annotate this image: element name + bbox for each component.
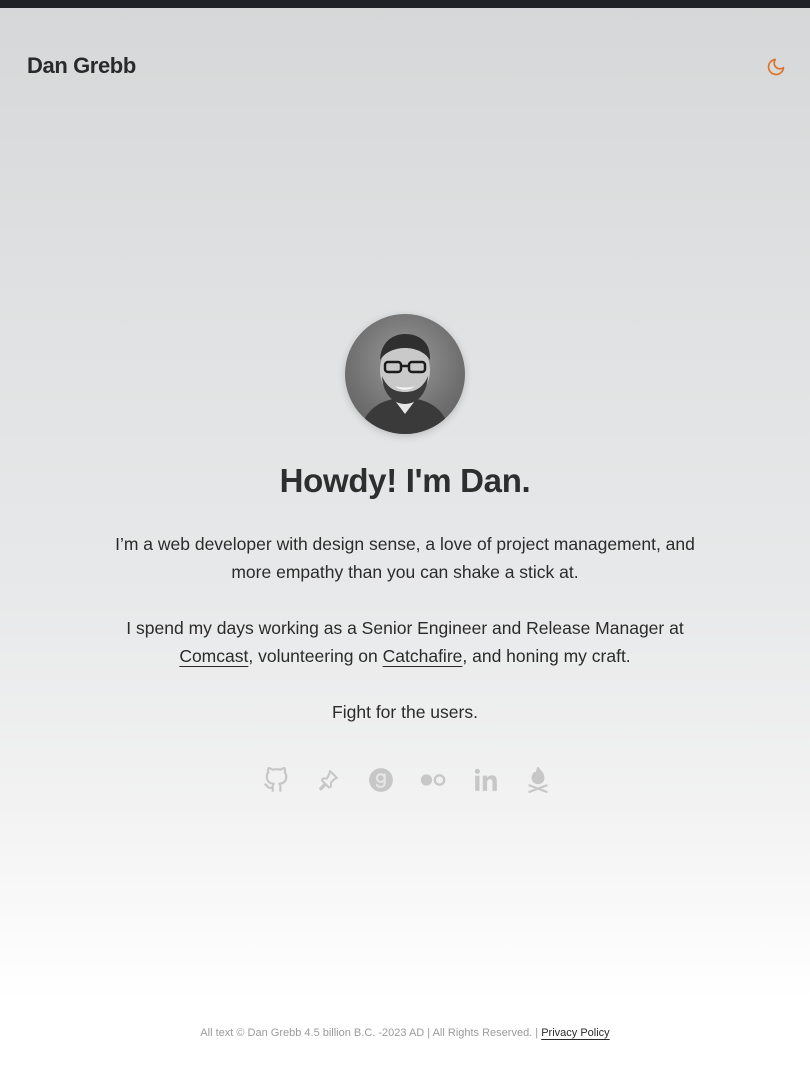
copyright-text: All text © Dan Grebb 4.5 billion B.C. -2… [200, 1027, 542, 1039]
catchafire-link[interactable]: Catchafire [383, 646, 463, 666]
campfire-link[interactable] [524, 764, 552, 796]
privacy-policy-link[interactable]: Privacy Policy [541, 1027, 609, 1039]
work-paragraph: I spend my days working as a Senior Engi… [105, 614, 705, 670]
comcast-link[interactable]: Comcast [179, 646, 248, 666]
site-title[interactable]: Dan Grebb [27, 53, 136, 79]
linkedin-icon [474, 768, 497, 791]
linkedin-link[interactable] [472, 764, 500, 796]
pushpin-icon [319, 770, 339, 791]
work-text-middle: , volunteering on [248, 646, 383, 666]
site-header: Dan Grebb [0, 8, 810, 108]
work-text-suffix: , and honing my craft. [462, 646, 631, 666]
flickr-icon [421, 774, 446, 786]
campfire-icon [528, 767, 548, 793]
github-icon [264, 767, 288, 792]
theme-toggle-button[interactable] [764, 55, 788, 79]
motto: Fight for the users. [332, 702, 478, 722]
intro-paragraph: I’m a web developer with design sense, a… [115, 534, 695, 582]
github-link[interactable] [262, 764, 290, 796]
social-links [262, 764, 552, 796]
top-bar [0, 0, 810, 8]
moon-icon [767, 58, 785, 76]
site-footer: All text © Dan Grebb 4.5 billion B.C. -2… [0, 1027, 810, 1039]
page-headline: Howdy! I'm Dan. [279, 462, 531, 499]
work-text-prefix: I spend my days working as a Senior Engi… [126, 618, 684, 638]
avatar [345, 314, 465, 434]
goodreads-link[interactable] [367, 764, 395, 796]
goodreads-icon [368, 768, 393, 792]
avatar-portrait [359, 334, 451, 434]
pinboard-link[interactable] [314, 764, 342, 796]
flickr-link[interactable] [419, 764, 447, 796]
